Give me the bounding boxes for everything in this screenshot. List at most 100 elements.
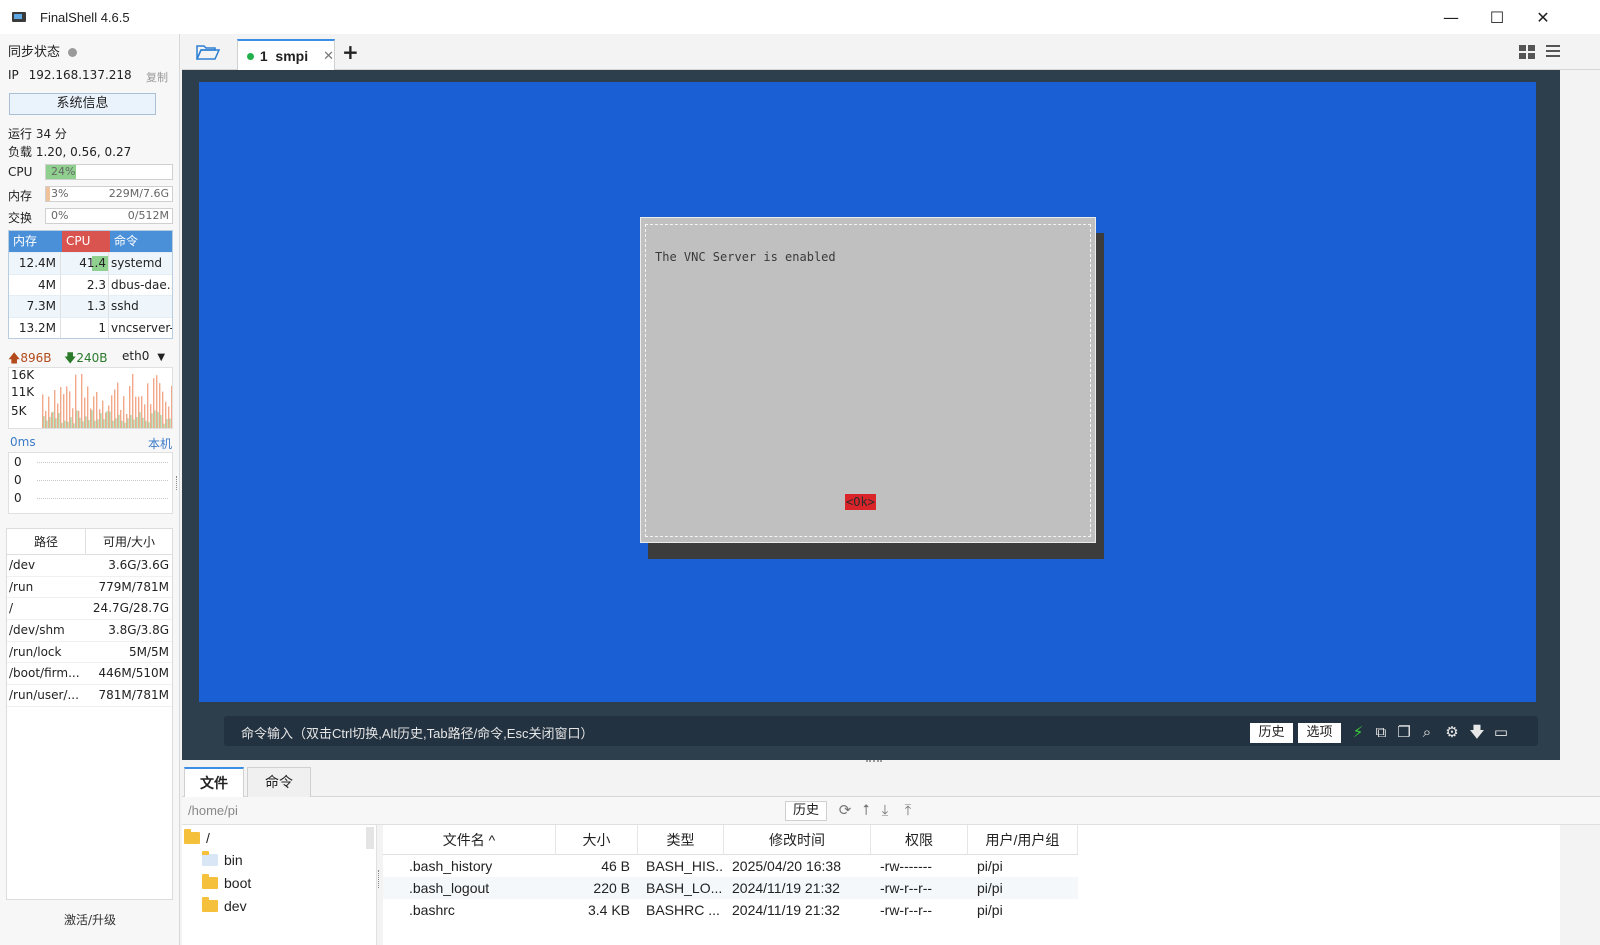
copy-icon[interactable]: ⧉	[1372, 723, 1390, 741]
process-col-memory[interactable]: 内存	[9, 231, 62, 252]
close-button[interactable]: ✕	[1520, 0, 1566, 34]
open-folder-icon[interactable]	[195, 43, 221, 61]
sync-status[interactable]: 同步状态	[8, 41, 78, 60]
file-col-size[interactable]: 大小	[556, 825, 638, 854]
file-type: BASHRC ...	[646, 902, 720, 918]
menu-icon[interactable]	[1546, 44, 1560, 58]
dialog-ok-button[interactable]: <Ok>	[845, 494, 876, 510]
chevron-down-icon: ▼	[157, 352, 166, 363]
tab-commands[interactable]: 命令	[247, 767, 311, 797]
file-row[interactable]: .bashrc 3.4 KB BASHRC ... 2024/11/19 21:…	[383, 899, 1078, 921]
disk-row[interactable]: /run/lock 5M/5M	[7, 642, 172, 664]
network-upload-bar	[48, 396, 50, 428]
network-download-bar	[58, 413, 60, 428]
process-row[interactable]: 13.2M 1 vncserver-...	[9, 316, 172, 338]
lightning-icon[interactable]: ⚡	[1349, 723, 1367, 741]
disk-row[interactable]: /dev 3.6G/3.6G	[7, 555, 172, 577]
grid-layout-icon[interactable]	[1519, 45, 1535, 59]
network-download-bar	[97, 419, 99, 428]
parent-folder-icon[interactable]: ⭡	[857, 801, 875, 819]
network-download-bar	[130, 414, 132, 428]
network-download-bar	[136, 417, 138, 428]
tree-item[interactable]: boot	[202, 874, 251, 891]
network-upload-bar	[93, 396, 95, 428]
tree-resize-handle[interactable]	[378, 870, 381, 888]
tab-files[interactable]: 文件	[184, 767, 244, 797]
load-average: 负载 1.20, 0.56, 0.27	[8, 145, 132, 159]
file-owner: pi/pi	[977, 858, 1003, 874]
network-interface-select[interactable]: eth0 ▼	[122, 349, 165, 363]
file-col-modified[interactable]: 修改时间	[724, 825, 871, 854]
ping-target[interactable]: 本机	[148, 435, 172, 452]
file-col-permission[interactable]: 权限	[871, 825, 968, 854]
command-options-button[interactable]: 选项	[1298, 723, 1341, 743]
close-tab-icon[interactable]: ✕	[323, 48, 334, 64]
network-upload-bar	[51, 412, 53, 428]
copy-ip-button[interactable]: 复制	[146, 69, 168, 85]
process-row[interactable]: 7.3M 1.3 sshd	[9, 295, 172, 317]
download-icon[interactable]: ⤓	[876, 801, 894, 819]
tree-item[interactable]: bin	[202, 851, 243, 868]
panel-resize-handle[interactable]	[176, 476, 179, 490]
fullscreen-icon[interactable]: ▭	[1492, 723, 1510, 741]
network-download-bar	[82, 421, 84, 428]
file-pane-tabs: 文件 命令	[182, 765, 1600, 797]
system-info-button[interactable]: 系统信息	[9, 93, 156, 115]
disk-row[interactable]: /run 779M/781M	[7, 577, 172, 599]
disk-row[interactable]: /dev/shm 3.8G/3.8G	[7, 620, 172, 642]
process-command: systemd	[111, 256, 162, 270]
process-row[interactable]: 12.4M 41.4 systemd	[9, 252, 172, 274]
command-input-bar[interactable]: 命令输入（双击Ctrl切换,Alt历史,Tab路径/命令,Esc关闭窗口） 历史…	[224, 716, 1538, 746]
network-upload-bar	[78, 410, 80, 428]
disk-col-path[interactable]: 路径	[7, 529, 85, 554]
process-row[interactable]: 4M 2.3 dbus-dae...	[9, 273, 172, 295]
add-tab-button[interactable]: +	[342, 40, 359, 64]
file-col-name[interactable]: 文件名 ^	[383, 825, 556, 854]
scroll-down-icon[interactable]: 🡇	[1468, 723, 1486, 741]
file-modified: 2025/04/20 16:38	[732, 858, 841, 874]
cpu-meter: 24%	[45, 164, 173, 180]
file-list: 文件名 ^ 大小 类型 修改时间 权限 用户/用户组 .bash_history…	[383, 825, 1560, 945]
search-icon[interactable]: ⌕	[1418, 723, 1436, 741]
file-row[interactable]: .bash_history 46 B BASH_HIS... 2025/04/2…	[383, 855, 1078, 877]
network-download-bar	[166, 418, 168, 428]
activate-upgrade-link[interactable]: 激活/升级	[0, 911, 180, 928]
command-history-button[interactable]: 历史	[1250, 723, 1293, 743]
disk-row[interactable]: /boot/firm... 446M/510M	[7, 663, 172, 686]
tree-scrollbar[interactable]	[366, 827, 374, 849]
arrow-up-icon: 🡅	[8, 351, 21, 365]
tab-smpi[interactable]: 1 smpi ✕	[237, 39, 335, 71]
process-col-command[interactable]: 命令	[110, 231, 172, 252]
terminal-view[interactable]: The VNC Server is enabled <Ok> 命令输入（双击Ct…	[182, 70, 1560, 760]
maximize-button[interactable]: ☐	[1474, 0, 1520, 34]
file-owner: pi/pi	[977, 880, 1003, 896]
swap-label: 交换	[8, 211, 33, 225]
file-row[interactable]: .bash_logout 220 B BASH_LO... 2024/11/19…	[383, 877, 1078, 899]
disk-row[interactable]: / 24.7G/28.7G	[7, 598, 172, 621]
disk-col-size[interactable]: 可用/大小	[85, 529, 172, 554]
network-upload-bar	[135, 396, 137, 428]
tree-item[interactable]: dev	[202, 897, 247, 914]
current-path-input[interactable]: /home/pi	[188, 803, 238, 818]
disk-size: 24.7G/28.7G	[92, 601, 169, 616]
network-upload-bar	[87, 386, 89, 428]
paste-icon[interactable]: ❐	[1395, 723, 1413, 741]
refresh-icon[interactable]: ⟳	[836, 801, 854, 819]
network-download-bar	[115, 418, 117, 428]
process-command: vncserver-...	[111, 320, 172, 335]
path-history-button[interactable]: 历史	[785, 801, 827, 821]
split-resize-handle[interactable]	[866, 760, 882, 764]
ping-latency: 0ms	[10, 435, 36, 449]
process-cpu: 41.4	[61, 253, 109, 274]
upload-icon[interactable]: ⤒	[899, 801, 917, 819]
minimize-button[interactable]: —	[1428, 0, 1474, 34]
tree-item[interactable]: /	[184, 829, 210, 846]
disk-row[interactable]: /run/user/... 781M/781M	[7, 685, 172, 707]
process-col-cpu[interactable]: CPU	[62, 231, 110, 252]
network-upload-bar	[90, 408, 92, 428]
file-col-owner[interactable]: 用户/用户组	[968, 825, 1078, 854]
gear-icon[interactable]: ⚙	[1443, 723, 1461, 741]
file-col-type[interactable]: 类型	[638, 825, 724, 854]
ping-y-label: 0	[14, 455, 22, 469]
disk-size: 779M/781M	[98, 579, 169, 594]
